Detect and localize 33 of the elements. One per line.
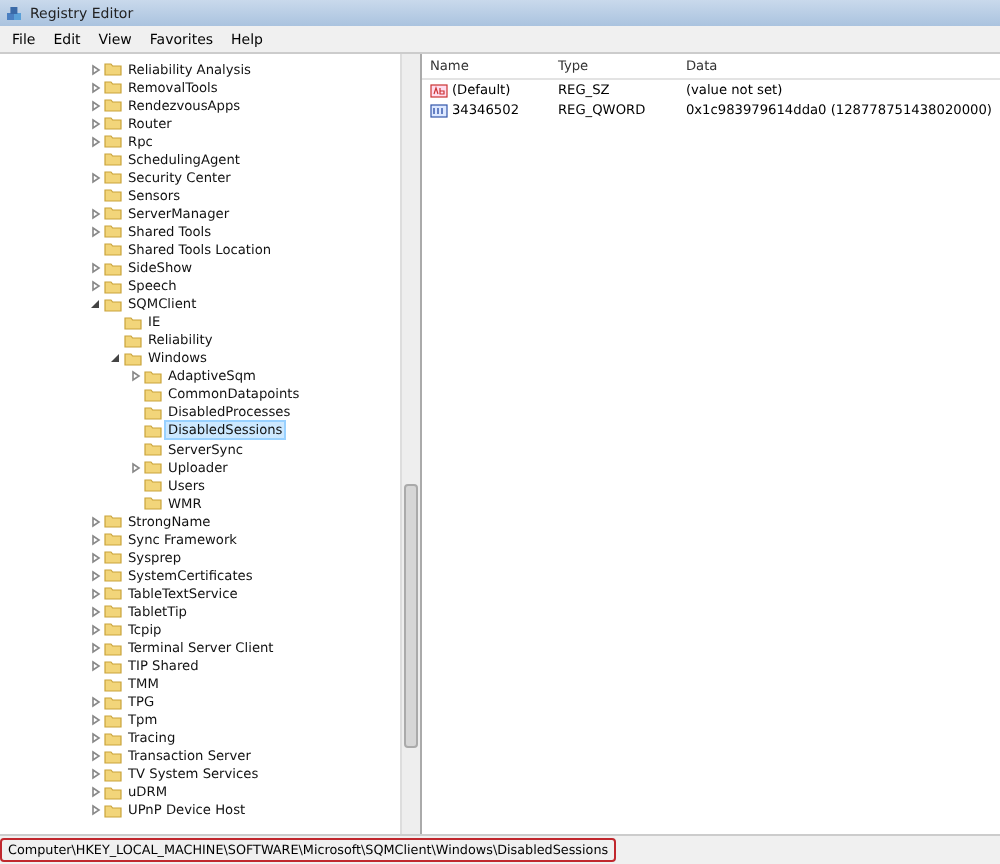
expand-arrow-icon[interactable] (88, 804, 104, 817)
expand-arrow-icon[interactable] (88, 551, 104, 564)
expand-arrow-icon[interactable] (88, 732, 104, 745)
expand-arrow-icon[interactable] (88, 81, 104, 94)
expand-arrow-icon[interactable] (88, 696, 104, 709)
expand-arrow-icon[interactable] (88, 623, 104, 636)
string-value-icon (429, 83, 448, 97)
expand-arrow-icon[interactable] (88, 660, 104, 673)
expand-arrow-icon[interactable] (88, 605, 104, 618)
scrollbar-thumb[interactable] (403, 484, 418, 748)
collapse-arrow-icon[interactable] (88, 298, 104, 311)
expand-arrow-icon[interactable] (88, 515, 104, 528)
registry-cubes-icon (6, 5, 22, 21)
expand-arrow-icon[interactable] (88, 63, 104, 76)
expand-arrow-icon[interactable] (88, 171, 104, 184)
expand-arrow-icon[interactable] (88, 750, 104, 763)
expand-arrow-icon[interactable] (88, 786, 104, 799)
expand-arrow-icon[interactable] (88, 207, 104, 220)
expand-arrow-icon[interactable] (88, 569, 104, 582)
expand-arrow-icon[interactable] (88, 642, 104, 655)
expand-arrow-icon[interactable] (88, 99, 104, 112)
collapse-arrow-icon[interactable] (108, 352, 124, 365)
expand-arrow-icon[interactable] (88, 587, 104, 600)
expand-arrow-icon[interactable] (88, 135, 104, 148)
expand-arrow-icon[interactable] (88, 768, 104, 781)
scrollbar[interactable] (399, 54, 420, 834)
expand-arrow-icon[interactable] (88, 117, 104, 130)
expand-arrow-icon[interactable] (88, 714, 104, 727)
binary-value-icon (429, 103, 448, 117)
expand-arrow-icon[interactable] (128, 461, 144, 474)
expand-arrow-icon[interactable] (88, 225, 104, 238)
expand-arrow-icon[interactable] (88, 533, 104, 546)
expand-arrow-icon[interactable] (88, 262, 104, 275)
